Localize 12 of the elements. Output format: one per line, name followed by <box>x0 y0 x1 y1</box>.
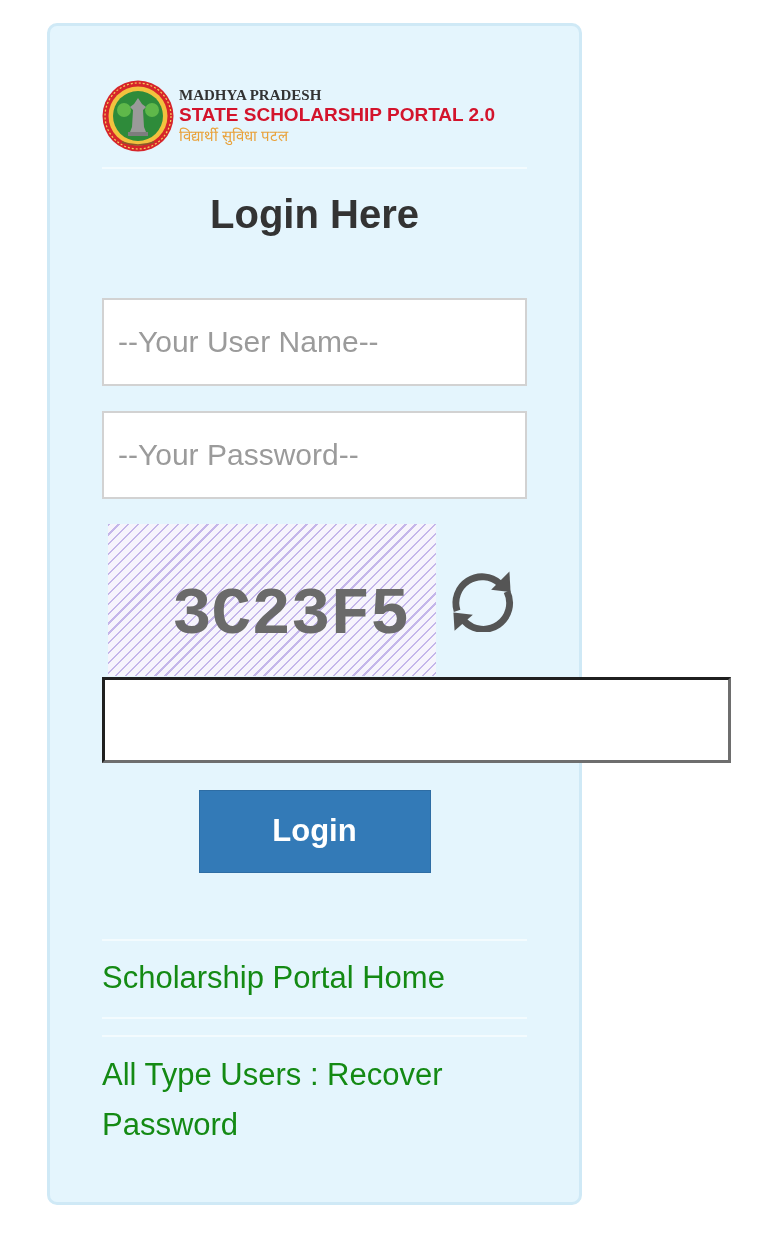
password-field[interactable]: --Your Password-- <box>102 411 527 499</box>
portal-home-link[interactable]: Scholarship Portal Home <box>102 953 445 1003</box>
portal-title: STATE SCHOLARSHIP PORTAL 2.0 <box>179 104 495 126</box>
recover-password-link[interactable]: All Type Users : Recover Password <box>102 1050 527 1150</box>
seal-logo <box>102 80 174 152</box>
captcha-text: 3C23F5 <box>172 583 410 649</box>
login-heading: Login Here <box>209 191 420 238</box>
state-name: MADHYA PRADESH <box>179 86 323 104</box>
username-field[interactable]: --Your User Name-- <box>102 298 527 386</box>
portal-tagline: विद्यार्थी सुविधा पटल <box>179 126 290 146</box>
login-button[interactable]: Login <box>198 790 431 873</box>
captcha-input-field[interactable] <box>102 677 731 763</box>
